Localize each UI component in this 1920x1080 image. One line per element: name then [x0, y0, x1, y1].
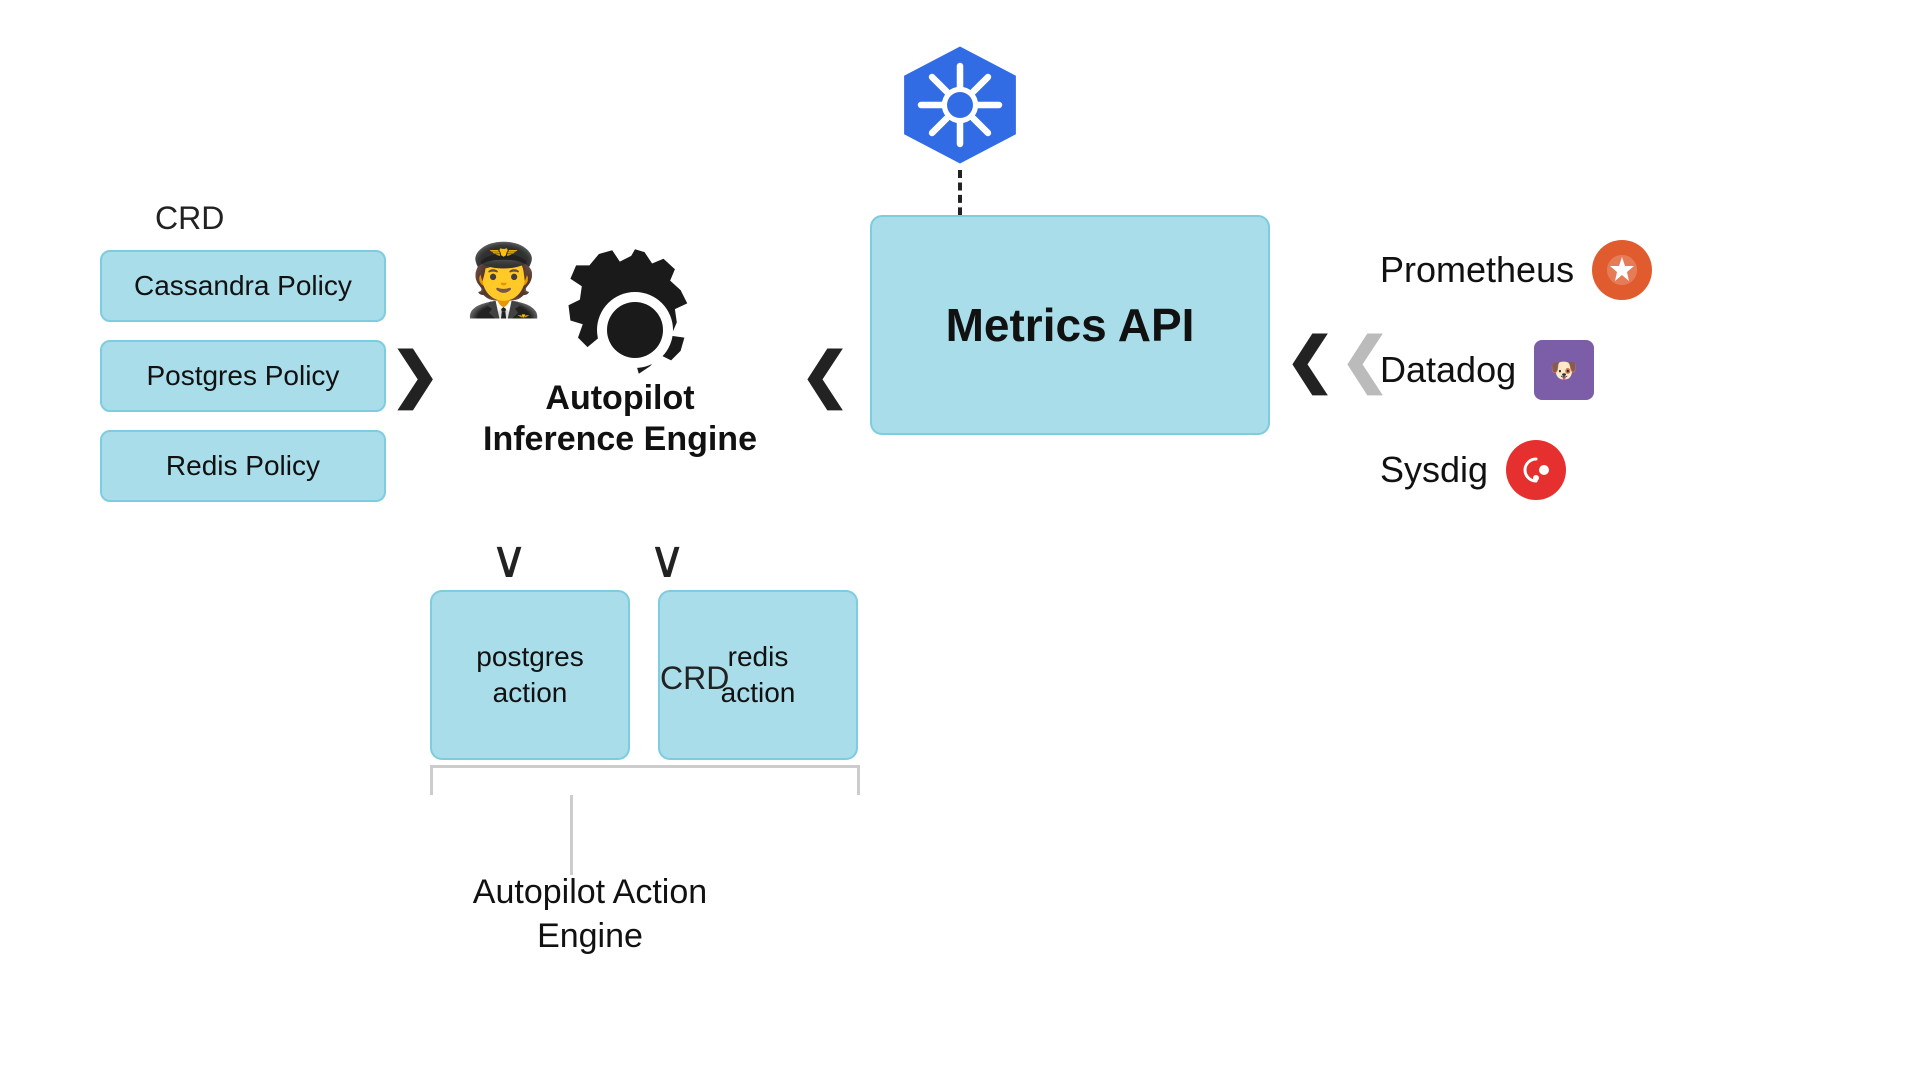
datadog-label: Datadog	[1380, 349, 1516, 391]
sysdig-integration: Sysdig	[1380, 440, 1652, 500]
prometheus-icon	[1592, 240, 1652, 300]
sysdig-icon	[1506, 440, 1566, 500]
sysdig-label: Sysdig	[1380, 449, 1488, 491]
kubernetes-icon	[895, 40, 1025, 170]
bracket-line-left	[430, 765, 433, 795]
metrics-api-box: Metrics API	[870, 215, 1270, 435]
inference-engine-label: AutopilotInference Engine	[450, 378, 790, 460]
prometheus-integration: Prometheus	[1380, 240, 1652, 300]
crd-boxes-container: Cassandra Policy Postgres Policy Redis P…	[100, 250, 386, 502]
down-arrows-container: ∨ ∨	[490, 530, 686, 590]
metrics-api-label: Metrics API	[946, 298, 1195, 352]
down-arrow-redis: ∨	[648, 530, 686, 590]
down-arrow-postgres: ∨	[490, 530, 528, 590]
crd-label-right: CRD	[660, 660, 729, 697]
crd-to-inference-arrow: ❯	[390, 340, 440, 410]
metrics-to-inference-arrow: ❮	[800, 340, 850, 410]
bracket-line-right	[857, 765, 860, 795]
action-engine-label: Autopilot Action Engine	[420, 870, 760, 958]
redis-policy-box: Redis Policy	[100, 430, 386, 502]
cassandra-policy-box: Cassandra Policy	[100, 250, 386, 322]
postgres-action-box: postgres action	[430, 590, 630, 760]
svg-text:🐶: 🐶	[1550, 358, 1577, 383]
datadog-integration: Datadog 🐶	[1380, 340, 1652, 400]
prometheus-label: Prometheus	[1380, 249, 1574, 291]
datadog-icon: 🐶	[1534, 340, 1594, 400]
action-boxes-container: postgres action redis action	[430, 590, 858, 760]
crd-label-left: CRD	[155, 200, 224, 237]
pilot-character-icon: 🧑‍✈️	[460, 240, 547, 322]
diagram-container: CRD Cassandra Policy Postgres Policy Red…	[0, 0, 1920, 1080]
postgres-policy-box: Postgres Policy	[100, 340, 386, 412]
bracket-line-h	[430, 765, 860, 768]
integrations-container: Prometheus Datadog 🐶 Sysdig	[1380, 240, 1652, 500]
bracket-line-bottom	[570, 795, 573, 875]
inference-engine-container: 🧑‍✈️ AutopilotInference Engine	[450, 230, 790, 450]
integrations-to-metrics-arrow: ❮	[1285, 325, 1335, 395]
